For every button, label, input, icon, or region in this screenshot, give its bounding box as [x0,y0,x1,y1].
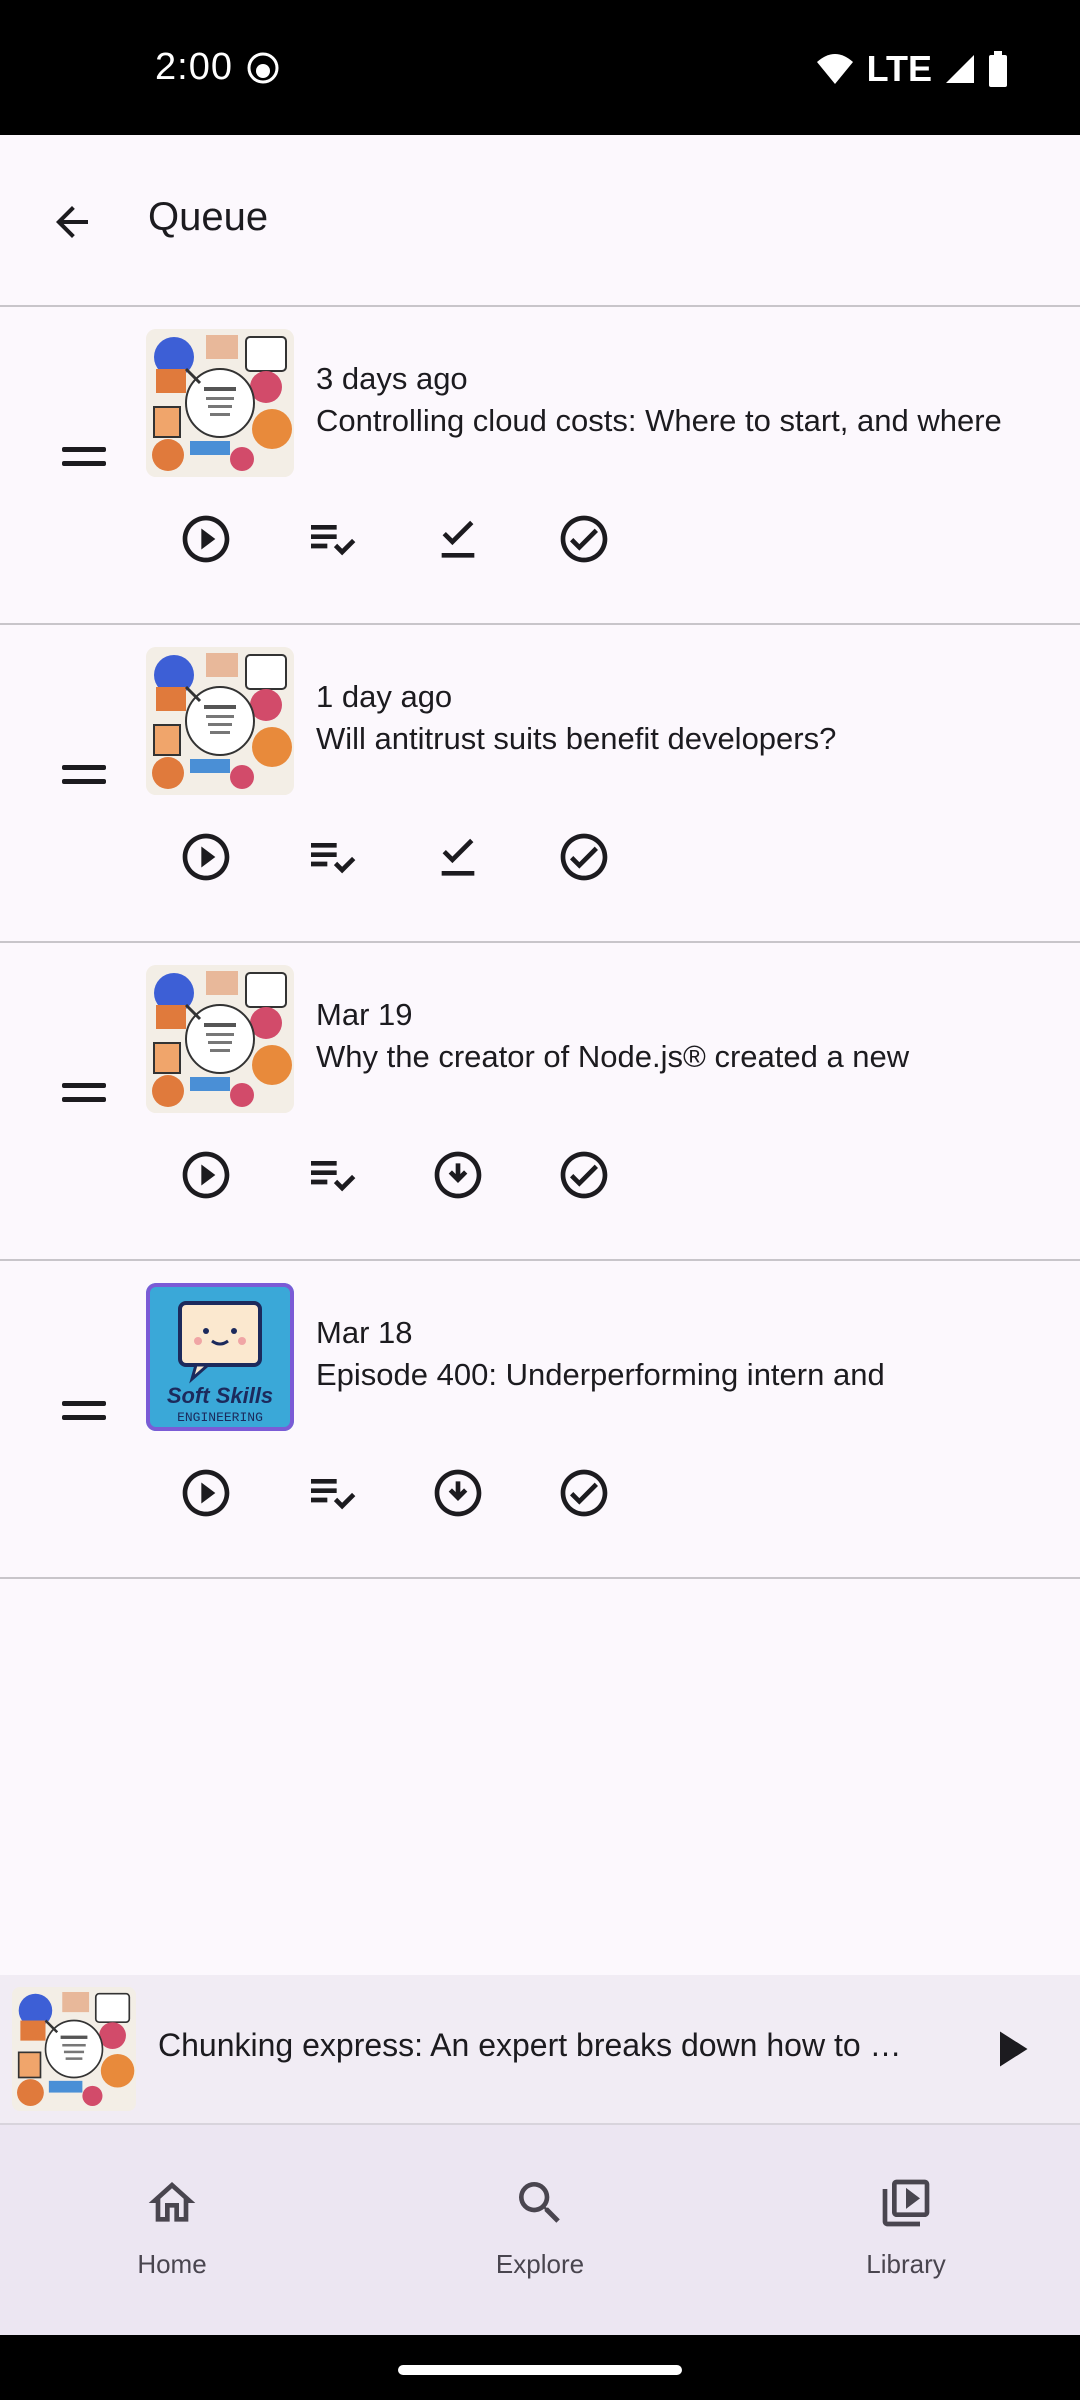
episode-date: 3 days ago [316,361,468,396]
page-title: Queue [148,195,269,239]
nav-item-home[interactable]: Home [72,2175,272,2280]
mini-player-play-button[interactable] [980,2019,1040,2079]
nav-label-home: Home [137,2249,207,2279]
queue-toggle-button[interactable] [304,1147,360,1203]
home-gesture-handle[interactable] [398,2365,682,2375]
play-icon [1000,2031,1028,2067]
check-circle-icon [560,515,608,563]
queue-item[interactable]: 1 day ago Will antitrust suits benefit d… [0,625,1080,941]
home-icon [148,2182,196,2222]
episode-date: Mar 18 [316,1315,413,1350]
svg-text:ENGINEERING: ENGINEERING [177,1410,263,1425]
play-circle-icon [182,833,230,881]
wifi-icon [816,54,853,84]
queue-item[interactable]: Soft Skills ENGINEERING Mar 18 Episode 4… [0,1261,1080,1577]
check-circle-icon [560,1151,608,1199]
episode-actions [178,1147,612,1203]
episode-title[interactable]: Episode 400: Underperforming intern and [316,1357,1076,1393]
downloaded-icon [441,838,475,876]
library-icon [882,2179,930,2227]
top-app-bar: Queue [0,135,1080,305]
queue-item[interactable]: 3 days ago Controlling cloud costs: Wher… [0,307,1080,623]
check-circle-icon [560,833,608,881]
status-time: 2:00 [155,46,233,88]
episode-artwork [146,647,294,795]
nav-item-library[interactable]: Library [806,2175,1006,2280]
play-circle-icon [182,1151,230,1199]
playlist-check-icon [311,843,356,874]
play-circle-icon [182,1469,230,1517]
back-button[interactable] [40,190,104,254]
queue-toggle-button[interactable] [304,1465,360,1521]
network-label: LTE [866,48,932,89]
check-circle-icon [560,1469,608,1517]
drag-handle-icon[interactable] [62,1401,106,1425]
mark-played-button[interactable] [556,1465,612,1521]
search-icon [519,2182,560,2223]
mark-played-button[interactable] [556,829,612,885]
queue-item[interactable]: Mar 19 Why the creator of Node.js® creat… [0,943,1080,1259]
download-button[interactable] [430,1147,486,1203]
playlist-check-icon [311,525,356,556]
download-button[interactable] [430,511,486,567]
arrow-back-icon [56,206,88,238]
nav-label-explore: Explore [495,2249,585,2279]
gesture-navigation-bar [0,2335,1080,2400]
battery-icon [989,51,1007,87]
drag-handle-icon[interactable] [62,765,106,789]
drag-handle-icon[interactable] [62,1083,106,1107]
status-bar: 2:00 LTE [0,0,1080,135]
episode-artwork: Soft Skills ENGINEERING [146,1283,294,1431]
mark-played-button[interactable] [556,1147,612,1203]
episode-artwork [146,329,294,477]
download-button[interactable] [430,829,486,885]
play-episode-button[interactable] [178,1147,234,1203]
svg-text:Soft Skills: Soft Skills [167,1383,273,1408]
download-icon [434,1151,482,1199]
download-icon [434,1469,482,1517]
divider [0,1577,1080,1579]
playlist-check-icon [311,1161,356,1192]
play-episode-button[interactable] [178,1465,234,1521]
episode-date: Mar 19 [316,997,413,1032]
mark-played-button[interactable] [556,511,612,567]
queue-toggle-button[interactable] [304,829,360,885]
downloaded-icon [441,520,475,558]
drag-handle-icon[interactable] [62,447,106,471]
episode-artwork [146,965,294,1113]
episode-actions [178,1465,612,1521]
play-episode-button[interactable] [178,829,234,885]
status-icons: LTE [815,48,1008,90]
download-button[interactable] [430,1465,486,1521]
episode-date: 1 day ago [316,679,453,714]
bottom-navigation: Home Explore Library [0,2125,1080,2335]
signal-icon [946,55,974,83]
notification-icon [247,52,279,84]
playlist-check-icon [311,1479,356,1510]
mini-player-title: Chunking express: An expert breaks down … [158,2027,902,2063]
mini-player[interactable]: Chunking express: An expert breaks down … [0,1975,1080,2125]
episode-title[interactable]: Will antitrust suits benefit developers? [316,721,1076,757]
episode-title[interactable]: Why the creator of Node.js® created a ne… [316,1039,1076,1075]
episode-actions [178,829,612,885]
queue-toggle-button[interactable] [304,511,360,567]
play-episode-button[interactable] [178,511,234,567]
nav-item-explore[interactable]: Explore [440,2175,640,2280]
nav-label-library: Library [866,2249,946,2279]
mini-player-artwork [12,1987,136,2111]
play-circle-icon [182,515,230,563]
episode-actions [178,511,612,567]
episode-title[interactable]: Controlling cloud costs: Where to start,… [316,403,1076,439]
